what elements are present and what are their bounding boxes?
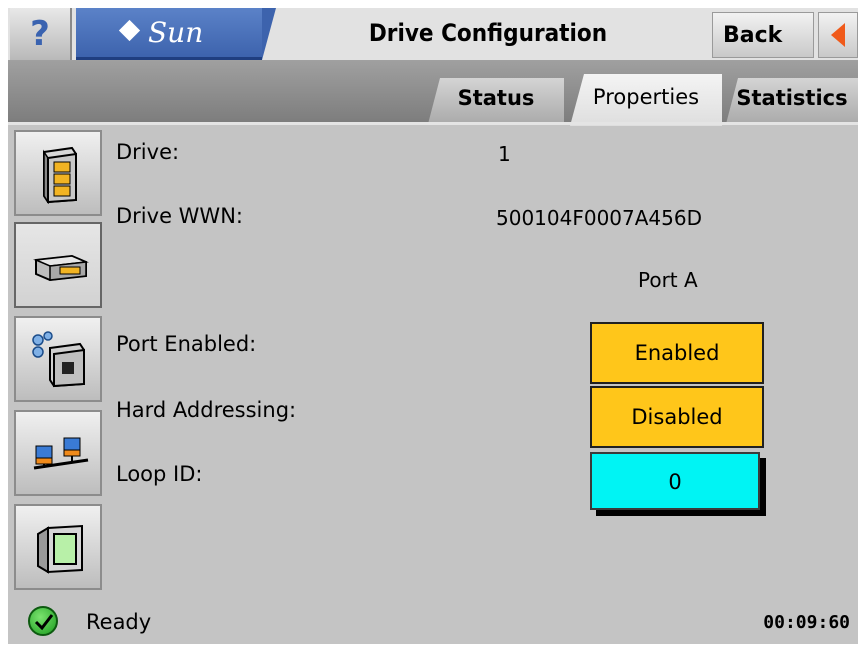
loop-id-input[interactable]: 0 — [590, 452, 760, 510]
sidebar-item-display[interactable] — [14, 504, 102, 590]
library-icon — [43, 146, 77, 204]
tab-divider — [8, 122, 858, 125]
drive-wwn-label: Drive WWN: — [116, 204, 243, 228]
hard-addressing-toggle[interactable]: Disabled — [590, 386, 764, 448]
sidebar-item-port[interactable] — [14, 316, 102, 402]
back-button[interactable]: Back — [712, 12, 814, 58]
network-icon — [33, 437, 89, 470]
left-arrow-icon — [831, 23, 845, 47]
sidebar-item-drive[interactable] — [14, 222, 102, 308]
status-clock: 00:09:60 — [763, 612, 850, 633]
help-button[interactable]: ? — [10, 8, 72, 60]
drive-label: Drive: — [116, 140, 180, 164]
drive-icon — [33, 254, 89, 282]
page-title: Drive Configuration — [368, 19, 608, 47]
drive-value: 1 — [498, 142, 511, 166]
sidebar-item-library[interactable] — [14, 130, 102, 216]
logo-text: Sun — [148, 16, 204, 49]
header-bar: ? Sun Drive Configuration Back — [8, 8, 858, 60]
port-icon — [32, 331, 85, 388]
ready-check-icon — [28, 606, 58, 636]
back-arrow-button[interactable] — [818, 12, 858, 58]
tab-properties[interactable]: Properties — [570, 74, 722, 126]
port-enabled-toggle[interactable]: Enabled — [590, 322, 764, 384]
drive-wwn-value: 500104F0007A456D — [496, 206, 703, 230]
tab-statistics[interactable]: Statistics — [726, 78, 858, 124]
loop-id-label: Loop ID: — [116, 462, 203, 486]
sun-logo: Sun — [76, 8, 276, 60]
tab-strip: Status Properties Statistics — [8, 60, 858, 126]
tab-status[interactable]: Status — [428, 78, 564, 124]
port-header: Port A — [638, 268, 698, 292]
hard-addressing-label: Hard Addressing: — [116, 398, 297, 422]
display-icon — [37, 524, 83, 574]
port-enabled-label: Port Enabled: — [116, 332, 257, 356]
status-text: Ready — [86, 610, 152, 634]
sun-diamond-icon — [118, 19, 141, 42]
app-window: ? Sun Drive Configuration Back Status Pr… — [8, 8, 858, 644]
sidebar-item-network[interactable] — [14, 410, 102, 496]
